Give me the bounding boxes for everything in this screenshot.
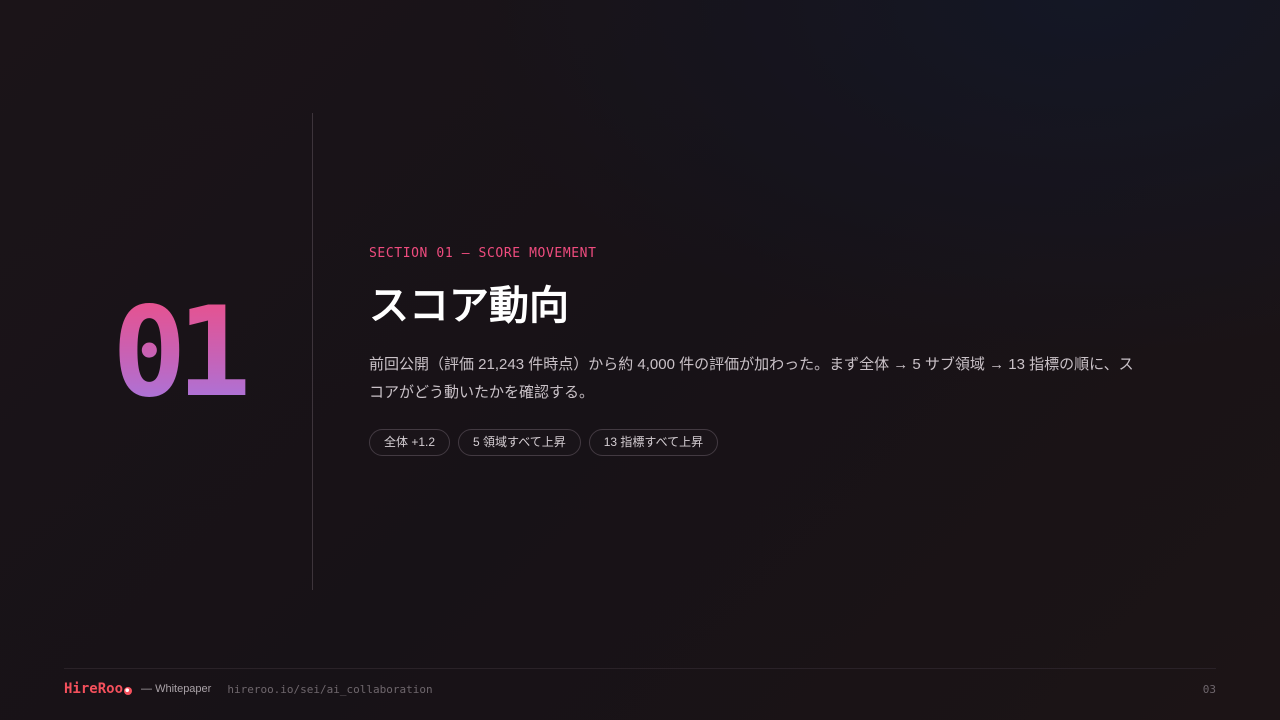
section-label: SECTION 01 — SCORE MOVEMENT xyxy=(369,246,597,261)
section-number: 01 xyxy=(112,288,272,418)
circle-dot-icon xyxy=(124,686,133,695)
footer-subtitle: — Whitepaper xyxy=(141,683,212,695)
logo-text: HireRoo xyxy=(64,681,124,697)
footer-url: hireroo.io/sei/ai_collaboration xyxy=(227,682,433,696)
footer: HireRoo — Whitepaper hireroo.io/sei/ai_c… xyxy=(64,678,1216,700)
tag-list: 全体 +1.2 5 領域すべて上昇 13 指標すべて上昇 xyxy=(369,429,719,456)
page-number: 03 xyxy=(1202,682,1216,696)
tag-overall: 全体 +1.2 xyxy=(369,429,451,456)
page-title: スコア動向 xyxy=(369,283,569,329)
footer-divider xyxy=(64,668,1216,669)
section-description: 前回公開（評価 21,243 件時点）から約 4,000 件の評価が加わった。ま… xyxy=(369,356,1134,401)
logo: HireRoo xyxy=(64,681,133,697)
tag-indicators: 13 指標すべて上昇 xyxy=(588,429,719,456)
vertical-divider xyxy=(312,113,313,590)
tag-domains: 5 領域すべて上昇 xyxy=(458,429,581,456)
